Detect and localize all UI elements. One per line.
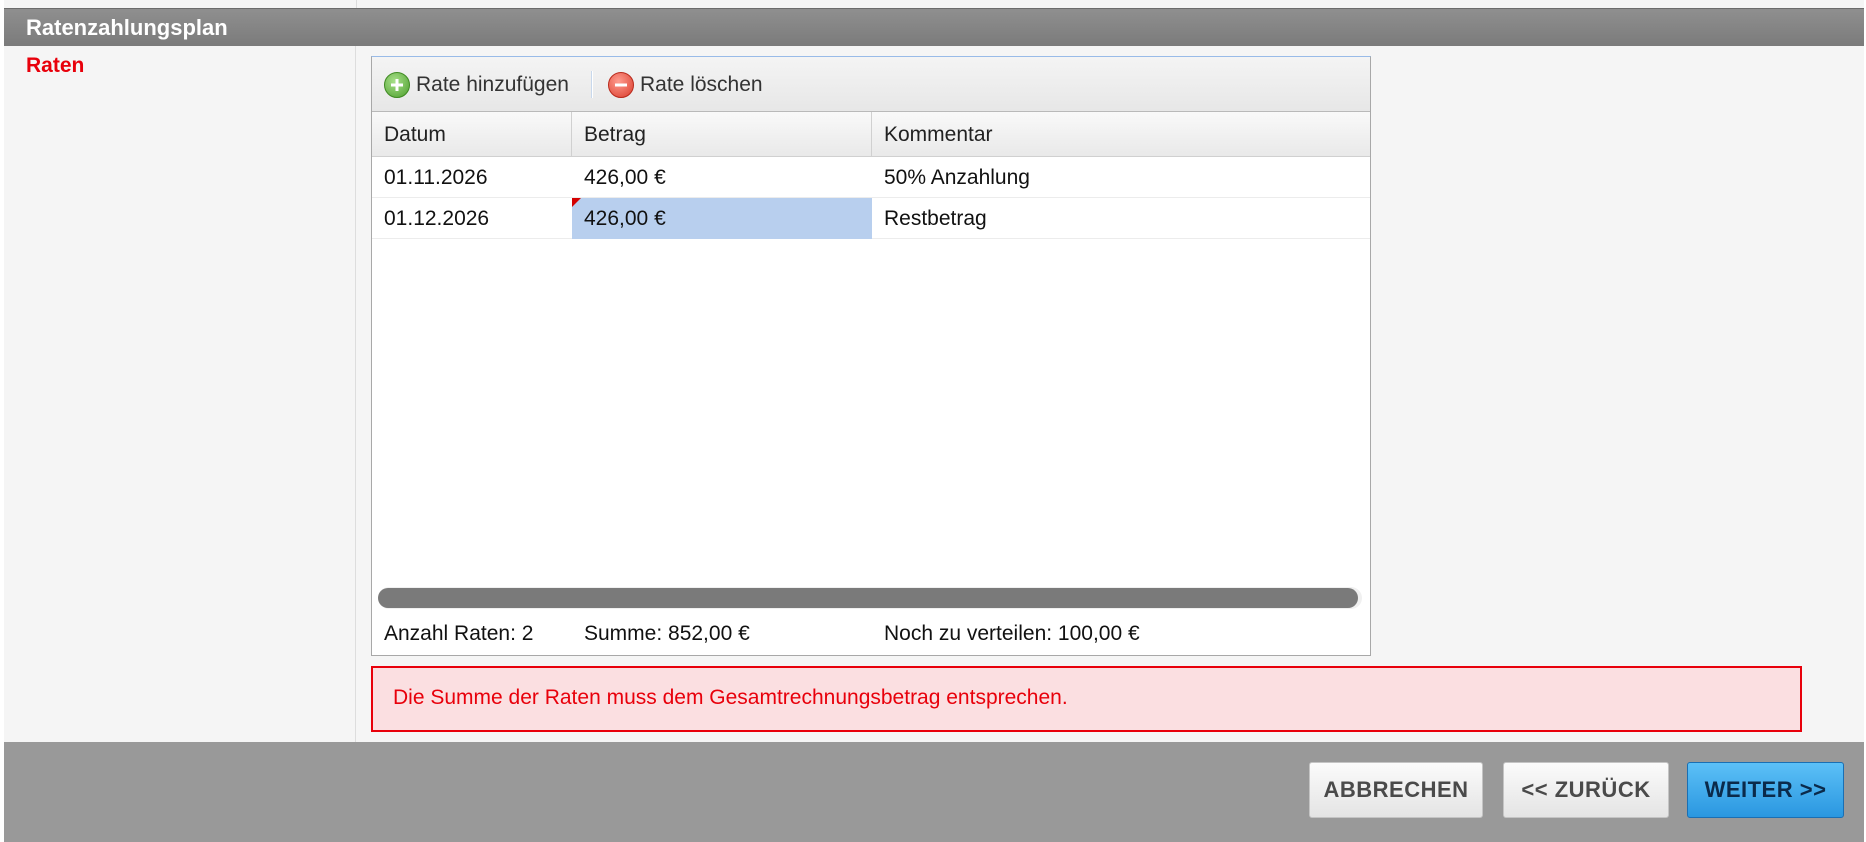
grid-column-headers: Datum Betrag Kommentar <box>372 112 1370 157</box>
table-row[interactable]: 01.12.2026 426,00 € Restbetrag <box>372 198 1370 239</box>
cell-betrag[interactable]: 426,00 € <box>572 157 872 198</box>
installment-sum: Summe: 852,00 € <box>584 622 750 645</box>
top-strip <box>4 0 1864 8</box>
field-label-raten: Raten <box>26 54 85 77</box>
cancel-button[interactable]: ABBRECHEN <box>1309 762 1483 818</box>
cell-kommentar[interactable]: 50% Anzahlung <box>872 157 1370 198</box>
installment-plan-panel: Ratenzahlungsplan Raten Rate hinzufügen … <box>4 0 1864 842</box>
content-column: Rate hinzufügen Rate löschen Datum Betra… <box>357 46 1864 742</box>
column-header-datum[interactable]: Datum <box>372 112 572 157</box>
next-button[interactable]: WEITER >> <box>1687 762 1844 818</box>
modified-marker-icon <box>572 198 581 207</box>
installments-grid: Rate hinzufügen Rate löschen Datum Betra… <box>371 56 1371 656</box>
cell-datum[interactable]: 01.11.2026 <box>372 157 572 198</box>
horizontal-scrollbar[interactable] <box>378 587 1362 609</box>
add-installment-button[interactable]: Rate hinzufügen <box>384 71 569 99</box>
minus-circle-icon <box>608 72 634 98</box>
toolbar-separator <box>591 71 593 98</box>
add-installment-label: Rate hinzufügen <box>416 73 569 96</box>
remaining-amount: Noch zu verteilen: 100,00 € <box>884 622 1140 645</box>
delete-installment-label: Rate löschen <box>640 73 763 96</box>
plus-circle-icon <box>384 72 410 98</box>
installment-count: Anzahl Raten: 2 <box>384 622 534 645</box>
validation-error-message: Die Summe der Raten muss dem Gesamtrechn… <box>371 666 1802 732</box>
column-divider <box>356 0 357 8</box>
grid-toolbar: Rate hinzufügen Rate löschen <box>372 57 1370 112</box>
wizard-footer: ABBRECHEN << ZURÜCK WEITER >> <box>4 742 1864 842</box>
column-header-kommentar[interactable]: Kommentar <box>872 112 1370 157</box>
cell-kommentar[interactable]: Restbetrag <box>872 198 1370 239</box>
back-button[interactable]: << ZURÜCK <box>1503 762 1669 818</box>
section-title: Ratenzahlungsplan <box>4 8 1864 46</box>
column-header-betrag[interactable]: Betrag <box>572 112 872 157</box>
scrollbar-thumb[interactable] <box>378 588 1358 608</box>
label-column: Raten <box>4 46 356 742</box>
delete-installment-button[interactable]: Rate löschen <box>608 71 763 99</box>
cell-betrag-value: 426,00 € <box>584 207 666 230</box>
table-row[interactable]: 01.11.2026 426,00 € 50% Anzahlung <box>372 157 1370 198</box>
cell-betrag-selected[interactable]: 426,00 € <box>572 198 872 239</box>
cell-datum[interactable]: 01.12.2026 <box>372 198 572 239</box>
